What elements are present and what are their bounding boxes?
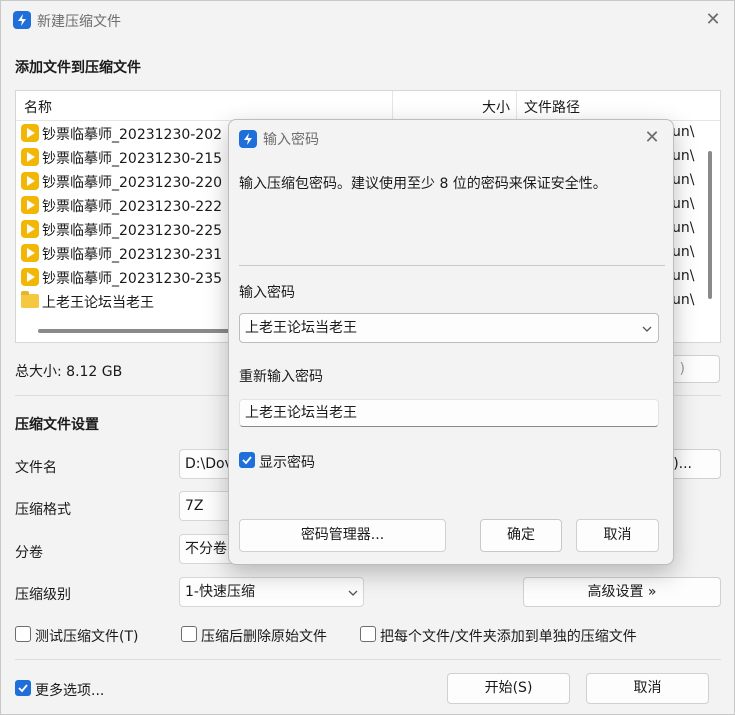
filename-label: 文件名 xyxy=(15,460,57,476)
file-name: 钞票临摹师_20231230-202 xyxy=(42,127,223,143)
video-file-icon xyxy=(21,244,39,262)
show-password-label[interactable]: 显示密码 xyxy=(259,452,315,472)
repeat-password-label: 重新输入密码 xyxy=(239,369,323,385)
format-label: 压缩格式 xyxy=(15,502,71,518)
close-icon[interactable]: ✕ xyxy=(637,124,667,152)
video-file-icon xyxy=(21,124,39,142)
password-value: 上老王论坛当老王 xyxy=(245,320,357,336)
ok-button[interactable]: 确定 xyxy=(480,519,562,552)
advanced-settings-label: 高级设置 » xyxy=(587,584,657,600)
password-manager-button[interactable]: 密码管理器... xyxy=(239,519,446,552)
format-value: 7Z xyxy=(185,498,204,514)
test-archive-checkbox[interactable] xyxy=(15,626,31,642)
level-select[interactable]: 1-快速压缩 xyxy=(179,577,364,607)
file-list-header: 名称 大小 文件路径 xyxy=(16,91,720,121)
file-name: 钞票临摹师_20231230-215 xyxy=(42,151,223,167)
app-logo-icon xyxy=(239,130,257,148)
file-name: 钞票临摹师_20231230-225 xyxy=(42,223,223,239)
test-archive-label[interactable]: 测试压缩文件(T) xyxy=(35,626,138,646)
password-input[interactable]: 上老王论坛当老王 xyxy=(239,313,659,343)
divider xyxy=(239,265,665,266)
filename-value: D:\Dov xyxy=(185,456,233,472)
file-path: un\ xyxy=(672,220,695,236)
files-section-heading: 添加文件到压缩文件 xyxy=(15,60,141,76)
file-path: un\ xyxy=(672,244,695,260)
file-path: un\ xyxy=(672,172,695,188)
split-label: 分卷 xyxy=(15,545,43,561)
repeat-password-value: 上老王论坛当老王 xyxy=(245,405,357,421)
video-file-icon xyxy=(21,196,39,214)
column-header-name[interactable]: 名称 xyxy=(24,97,52,117)
list-action-button-label: ) xyxy=(679,361,685,377)
app-logo-icon xyxy=(13,11,31,29)
column-divider xyxy=(392,91,393,121)
vertical-scrollbar[interactable] xyxy=(708,151,712,299)
total-size-text: 总大小: 8.12 GB xyxy=(15,364,123,380)
password-manager-label: 密码管理器... xyxy=(300,527,385,543)
file-name: 钞票临摹师_20231230-222 xyxy=(42,199,223,215)
ok-button-label: 确定 xyxy=(507,527,535,543)
split-value: 不分卷 xyxy=(185,541,227,557)
checkmark-icon xyxy=(18,684,28,693)
password-label: 输入密码 xyxy=(239,285,295,301)
column-divider xyxy=(516,91,517,121)
level-label: 压缩级别 xyxy=(15,587,71,603)
password-dialog: 输入密码 ✕ 输入压缩包密码。建议使用至少 8 位的密码来保证安全性。 输入密码… xyxy=(228,119,674,565)
settings-heading: 压缩文件设置 xyxy=(15,417,99,433)
video-file-icon xyxy=(21,268,39,286)
file-name: 钞票临摹师_20231230-235 xyxy=(42,271,223,287)
separate-archives-label[interactable]: 把每个文件/文件夹添加到单独的压缩文件 xyxy=(380,626,637,646)
window-title: 新建压缩文件 xyxy=(37,14,121,30)
chevron-down-icon xyxy=(348,590,358,596)
delete-after-label[interactable]: 压缩后删除原始文件 xyxy=(201,626,327,646)
video-file-icon xyxy=(21,220,39,238)
cancel-button-label: 取消 xyxy=(633,680,662,696)
file-path: un\ xyxy=(672,148,695,164)
delete-after-checkbox[interactable] xyxy=(181,626,197,642)
checkmark-icon xyxy=(242,456,252,465)
start-button[interactable]: 开始(S) xyxy=(447,673,570,704)
divider xyxy=(15,659,721,660)
more-options-label[interactable]: 更多选项... xyxy=(35,680,104,700)
video-file-icon xyxy=(21,172,39,190)
close-icon[interactable]: ✕ xyxy=(698,6,728,34)
video-file-icon xyxy=(21,148,39,166)
title-bar: 新建压缩文件 ✕ xyxy=(1,1,735,39)
chevron-down-icon[interactable] xyxy=(642,324,652,334)
file-name: 钞票临摹师_20231230-231 xyxy=(42,247,223,263)
dialog-cancel-button[interactable]: 取消 xyxy=(576,519,659,552)
column-header-size[interactable]: 大小 xyxy=(482,97,510,117)
advanced-settings-button[interactable]: 高级设置 » xyxy=(523,577,721,607)
more-options-checkbox[interactable] xyxy=(15,680,31,696)
password-dialog-title: 输入密码 xyxy=(263,132,319,148)
folder-name: 上老王论坛当老王 xyxy=(42,295,154,311)
folder-icon xyxy=(21,291,39,308)
password-description: 输入压缩包密码。建议使用至少 8 位的密码来保证安全性。 xyxy=(239,176,607,192)
start-button-label: 开始(S) xyxy=(484,680,533,696)
file-path: un\ xyxy=(672,268,695,284)
separate-archives-checkbox[interactable] xyxy=(360,626,376,642)
file-name: 钞票临摹师_20231230-220 xyxy=(42,175,223,191)
file-path: un\ xyxy=(672,292,695,308)
level-value: 1-快速压缩 xyxy=(185,584,255,600)
file-path: un\ xyxy=(672,124,695,140)
dialog-cancel-label: 取消 xyxy=(603,527,632,543)
browse-button-label: )... xyxy=(673,456,692,472)
repeat-password-input[interactable]: 上老王论坛当老王 xyxy=(239,399,659,427)
file-path: un\ xyxy=(672,196,695,212)
column-header-path[interactable]: 文件路径 xyxy=(524,97,580,117)
cancel-button[interactable]: 取消 xyxy=(586,673,709,704)
show-password-checkbox[interactable] xyxy=(239,452,255,468)
